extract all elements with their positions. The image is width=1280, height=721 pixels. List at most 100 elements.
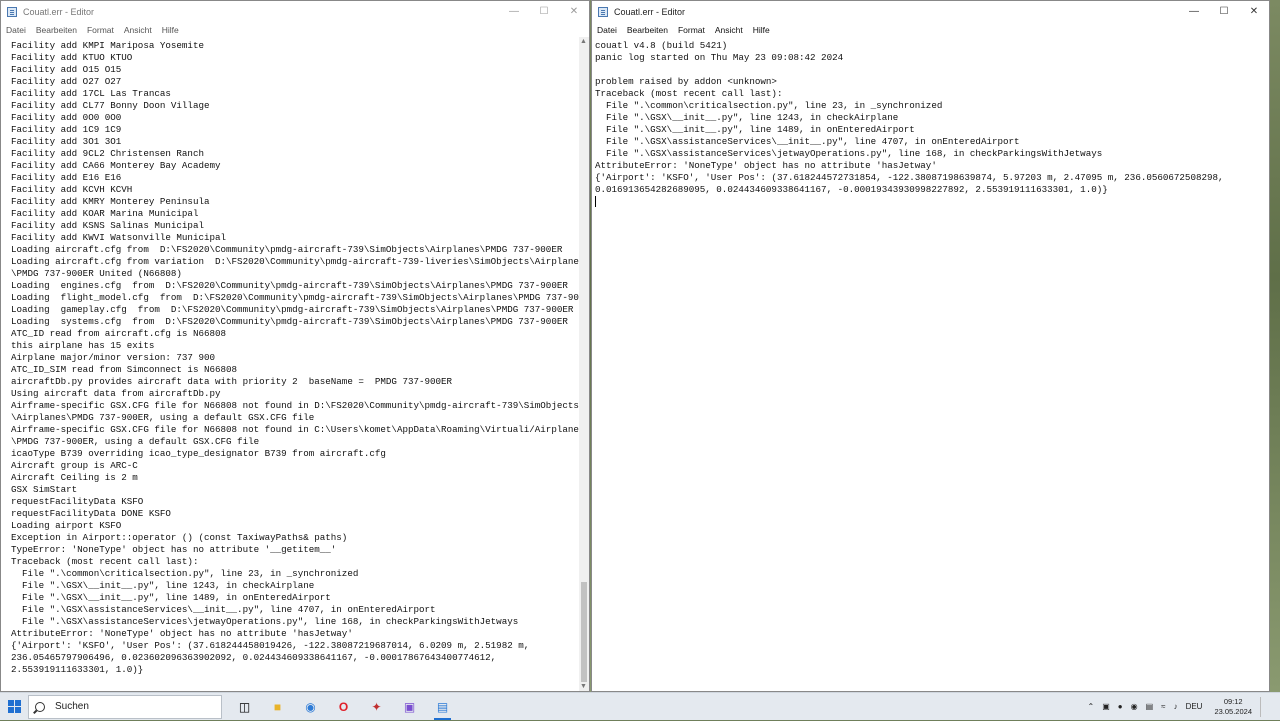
text-line: File ".\common\criticalsection.py", line… [595, 100, 943, 111]
title-bar[interactable]: Couatl.err - Editor — ☐ ✕ [592, 1, 1269, 22]
scrollbar-thumb[interactable] [581, 582, 587, 682]
tray-app-icon[interactable]: ● [1118, 702, 1123, 711]
text-line: File ".\GSX\__init__.py", line 1243, in … [11, 580, 315, 591]
text-line: ATC_ID read from aircraft.cfg is N66808 [11, 328, 227, 339]
text-line [595, 64, 1259, 76]
text-line: Aircraft Ceiling is 2 m [11, 472, 138, 483]
text-line: 0.016913654282689095, 0.0244346093386411… [595, 184, 1108, 195]
text-line: File ".\GSX\assistanceServices\jetwayOpe… [595, 148, 1103, 159]
notepad-window-left[interactable]: Couatl.err - Editor — ☐ ✕ Datei Bearbeit… [0, 0, 590, 692]
menu-edit[interactable]: Bearbeiten [627, 25, 668, 35]
maximize-button[interactable]: ☐ [529, 1, 559, 22]
menu-bar: Datei Bearbeiten Format Ansicht Hilfe [1, 22, 589, 37]
text-line: Airplane major/minor version: 737 900 [11, 352, 215, 363]
tray-app-icon[interactable]: ▣ [1102, 702, 1110, 711]
menu-file[interactable]: Datei [6, 25, 26, 35]
menu-file[interactable]: Datei [597, 25, 617, 35]
text-line: \Airplanes\PMDG 737-900ER, using a defau… [11, 412, 315, 423]
notepad-taskbar-icon[interactable]: ▤ [426, 693, 459, 721]
menu-bar: Datei Bearbeiten Format Ansicht Hilfe [592, 22, 1269, 37]
text-line: Facility add KMRY Monterey Peninsula [11, 196, 210, 207]
menu-view[interactable]: Ansicht [715, 25, 743, 35]
text-line: \PMDG 737-900ER United (N66808) [11, 268, 182, 279]
text-line: AttributeError: 'NoneType' object has no… [595, 160, 937, 171]
text-line: Facility add KTUO KTUO [11, 52, 133, 63]
search-icon [35, 701, 45, 712]
text-line: File ".\common\criticalsection.py", line… [11, 568, 359, 579]
notepad-window-right[interactable]: Couatl.err - Editor — ☐ ✕ Datei Bearbeit… [591, 0, 1270, 692]
text-line: Loading aircraft.cfg from variation D:\F… [11, 256, 585, 267]
text-line: File ".\GSX\assistanceServices\__init__.… [595, 136, 1020, 147]
menu-help[interactable]: Hilfe [753, 25, 770, 35]
text-line: Using aircraft data from aircraftDb.py [11, 388, 221, 399]
text-line: Traceback (most recent call last): [11, 556, 199, 567]
text-editor-area[interactable]: couatl v4.8 (build 5421) panic log starte… [592, 37, 1269, 691]
system-tray: ⌃ ▣ ● ◉ ▤ ≈ ♪ DEU 09:12 23.05.2024 [1080, 696, 1280, 717]
menu-format[interactable]: Format [87, 25, 114, 35]
clock-time: 09:12 [1223, 696, 1243, 706]
text-line: panic log started on Thu May 23 09:08:42… [595, 52, 844, 63]
text-line: Facility add 9CL2 Christensen Ranch [11, 148, 204, 159]
maximize-button[interactable]: ☐ [1209, 1, 1239, 22]
viber-icon[interactable]: ▣ [393, 693, 426, 721]
text-line: File ".\GSX\__init__.py", line 1489, in … [11, 592, 331, 603]
text-line: Loading gameplay.cfg from D:\FS2020\Comm… [11, 304, 574, 315]
language-indicator[interactable]: DEU [1186, 702, 1203, 711]
text-line: Facility add O27 O27 [11, 76, 122, 87]
minimize-button[interactable]: — [1179, 1, 1209, 22]
text-line: \PMDG 737-900ER, using a default GSX.CFG… [11, 436, 260, 447]
text-line: Facility add 3O1 3O1 [11, 136, 122, 147]
text-line: Loading flight_model.cfg from D:\FS2020\… [11, 292, 589, 303]
close-button[interactable]: ✕ [559, 1, 589, 22]
text-line: couatl v4.8 (build 5421) [595, 40, 728, 51]
scroll-down-icon[interactable]: ▼ [580, 683, 587, 690]
clock[interactable]: 09:12 23.05.2024 [1214, 697, 1252, 717]
menu-help[interactable]: Hilfe [162, 25, 179, 35]
opera-browser-icon[interactable]: O [327, 693, 360, 721]
text-line: File ".\GSX\assistanceServices\__init__.… [11, 604, 436, 615]
app-icon[interactable]: ✦ [360, 693, 393, 721]
text-line: Loading aircraft.cfg from D:\FS2020\Comm… [11, 244, 563, 255]
text-line: Facility add KOAR Marina Municipal [11, 208, 199, 219]
search-placeholder: Suchen [55, 701, 89, 712]
menu-format[interactable]: Format [678, 25, 705, 35]
scroll-up-icon[interactable]: ▲ [580, 38, 587, 45]
text-line: Facility add E16 E16 [11, 172, 122, 183]
text-line: requestFacilityData KSFO [11, 496, 144, 507]
text-line: Facility add CA66 Monterey Bay Academy [11, 160, 221, 171]
show-desktop-button[interactable] [1260, 696, 1274, 717]
text-cursor-line [595, 196, 1259, 208]
title-bar[interactable]: Couatl.err - Editor — ☐ ✕ [1, 1, 589, 22]
window-title: Couatl.err - Editor [23, 6, 95, 17]
wifi-icon[interactable]: ≈ [1161, 702, 1165, 711]
close-button[interactable]: ✕ [1239, 1, 1269, 22]
windows-icon [7, 700, 21, 713]
text-line: ATC_ID_SIM read from Simconnect is N6680… [11, 364, 238, 375]
text-line: Facility add 17CL Las Trancas [11, 88, 171, 99]
vertical-scrollbar[interactable]: ▲ ▼ [579, 37, 589, 691]
text-line: requestFacilityData DONE KSFO [11, 508, 171, 519]
taskbar-search-box[interactable]: Suchen [28, 694, 222, 719]
file-explorer-icon[interactable]: ■ [261, 693, 294, 721]
notepad-icon [598, 6, 608, 17]
app-icon[interactable]: ◉ [294, 693, 327, 721]
task-view-icon[interactable]: ◫ [228, 693, 261, 721]
text-line: TypeError: 'NoneType' object has no attr… [11, 544, 337, 555]
taskbar: Suchen ◫ ■ ◉ O ✦ ▣ ▤ ⌃ ▣ ● ◉ ▤ ≈ ♪ DEU 0… [0, 692, 1280, 720]
volume-icon[interactable]: ♪ [1174, 702, 1178, 711]
text-line: Aircraft group is ARC-C [11, 460, 138, 471]
text-line: {'Airport': 'KSFO', 'User Pos': (37.6182… [11, 640, 530, 651]
minimize-button[interactable]: — [499, 1, 529, 22]
start-button[interactable] [0, 693, 28, 721]
network-icon[interactable]: ▤ [1146, 702, 1154, 711]
menu-view[interactable]: Ansicht [124, 25, 152, 35]
text-editor-area[interactable]: Facility add KMPI Mariposa Yosemite Facil… [1, 37, 589, 691]
chevron-up-icon[interactable]: ⌃ [1088, 702, 1095, 711]
menu-edit[interactable]: Bearbeiten [36, 25, 77, 35]
text-line: Facility add 0O0 0O0 [11, 112, 122, 123]
tray-app-icon[interactable]: ◉ [1131, 702, 1138, 711]
text-line: Facility add 1C9 1C9 [11, 124, 122, 135]
text-line: Loading airport KSFO [11, 520, 122, 531]
text-line: Facility add O15 O15 [11, 64, 122, 75]
text-line: GSX SimStart [11, 484, 78, 495]
